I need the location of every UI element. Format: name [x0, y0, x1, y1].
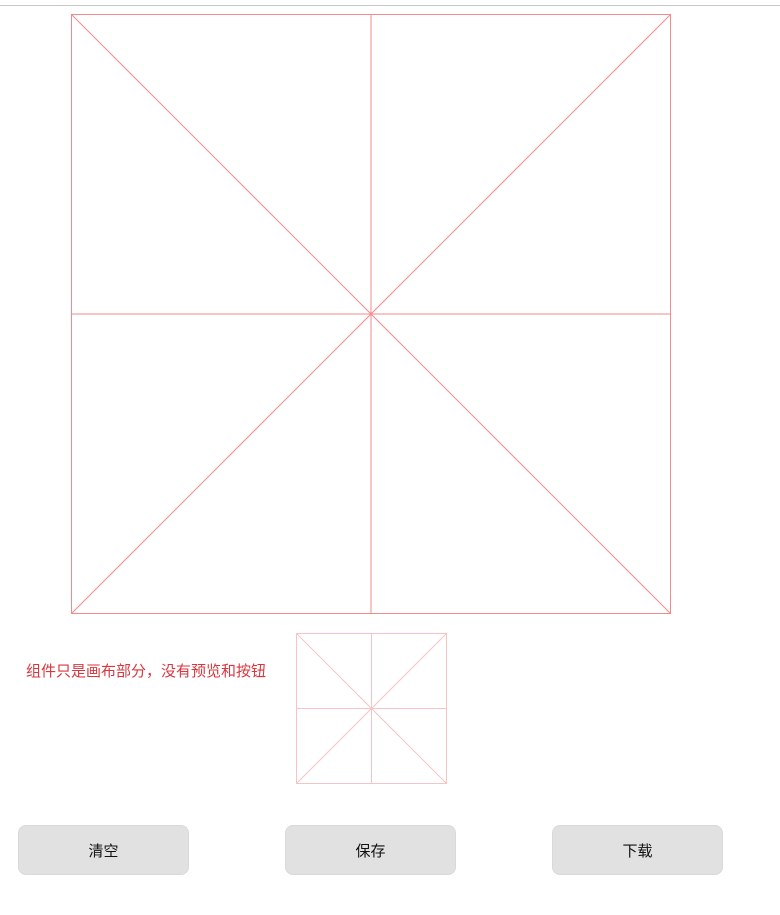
download-button[interactable]: 下载 — [552, 825, 723, 875]
writing-canvas[interactable] — [71, 14, 671, 614]
mi-grid-icon — [71, 14, 671, 614]
preview-canvas — [296, 633, 447, 784]
mi-grid-preview-icon — [296, 633, 447, 784]
component-note: 组件只是画布部分，没有预览和按钮 — [26, 662, 267, 680]
top-divider — [0, 5, 780, 6]
clear-button[interactable]: 清空 — [18, 825, 189, 875]
page: 组件只是画布部分，没有预览和按钮 清空 保存 下载 — [0, 0, 780, 915]
save-button[interactable]: 保存 — [285, 825, 456, 875]
